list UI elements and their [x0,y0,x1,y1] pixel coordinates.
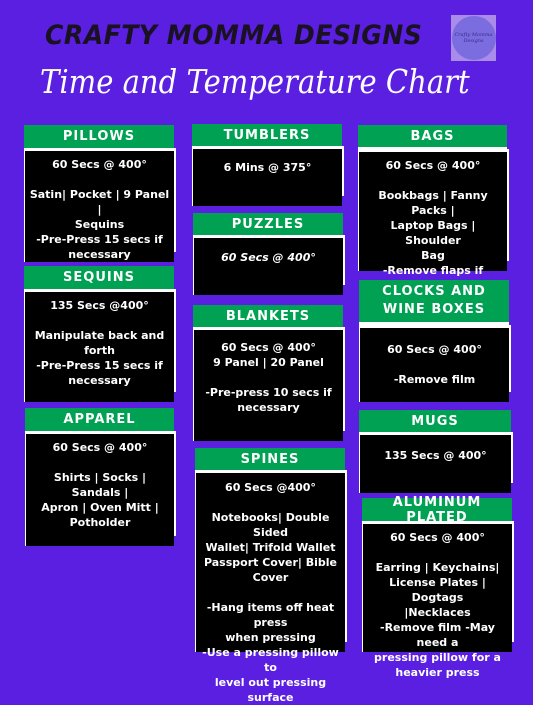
note-line: necessary [68,374,131,387]
item-line: Potholder [69,516,131,529]
card-title: CLOCKS AND WINE BOXES [359,280,509,322]
time-temp: 60 Secs @400° [225,481,316,494]
card-apparel: APPAREL 60 Secs @ 400° Shirts | Socks | … [25,408,176,546]
time-temp: 60 Secs @ 400° [221,251,316,264]
note-line: pressing pillow for a [374,651,501,664]
item-line: Wallet| Trifold Wallet [205,541,336,554]
time-temp: 60 Secs @ 400° [52,158,147,171]
card-blankets: BLANKETS 60 Secs @ 400° 9 Panel | 20 Pan… [193,305,345,441]
item-line: Laptop Bags | Shoulder [390,219,476,247]
note-line: level out pressing surface [214,676,327,704]
brand-title: CRAFTY MOMMA DESIGNS [45,20,423,51]
card-title-line: CLOCKS AND [382,284,486,299]
note-line: -Pre-Press 15 secs if [36,233,163,246]
logo-text: Crafty Momma Designs [451,16,496,60]
card-sequins: SEQUINS 135 Secs @400° Manipulate back a… [24,266,176,402]
card-title: ALUMINUM PLATED [362,495,512,525]
card-mugs: MUGS 135 Secs @ 400° [359,410,513,493]
card-title: BAGS [358,125,507,147]
item-line: Manipulate back and [34,329,165,342]
card-title: BLANKETS [193,305,343,327]
item-line: Shirts | Socks | Sandals | [53,471,147,499]
note-line: -Pre-Press 15 secs if [36,359,163,372]
card-title: MUGS [359,410,511,432]
item-line: |Necklaces [404,606,471,619]
item-line: forth [84,344,115,357]
note-line: -Remove film -May need a [380,621,495,649]
card-bags: BAGS 60 Secs @ 400° Bookbags | Fanny Pac… [358,125,509,292]
card-aluminum-plated: ALUMINUM PLATED 60 Secs @ 400° Earring |… [362,495,514,679]
card-title: SEQUINS [24,266,174,289]
time-temp: 60 Secs @ 400° [387,343,482,356]
card-clocks-wine-boxes: CLOCKS AND WINE BOXES 60 Secs @ 400° -Re… [359,280,511,402]
time-temp: 60 Secs @ 400° [385,159,481,172]
note-line: necessary [68,248,131,261]
item-line: Apron | Oven Mitt | [41,501,159,514]
card-title: APPAREL [25,408,174,431]
time-temp: 60 Secs @ 400° [390,531,485,544]
card-title-line: WINE BOXES [382,302,486,317]
item-line: Bag [421,249,445,262]
note-line: -Use a pressing pillow to [202,646,339,674]
card-title: TUMBLERS [192,124,342,146]
time-temp: 135 Secs @ 400° [384,449,487,462]
page-title: Time and Temperature Chart [40,62,470,101]
item-line: 9 Panel | 20 Panel [213,356,324,369]
note-line: -Hang items off heat press [206,601,335,629]
time-temp: 60 Secs @ 400° [52,441,148,454]
note-line: -Remove flaps if [382,264,484,277]
item-line: Bookbags | Fanny Packs | [378,189,488,217]
note-line: -Remove film [393,373,476,386]
time-temp: 60 Secs @ 400° [221,341,316,354]
note-line: necessary [237,401,300,414]
time-temp: 6 Mins @ 375° [223,161,312,174]
time-temp: 135 Secs @400° [50,299,149,312]
card-tumblers: TUMBLERS 6 Mins @ 375° [192,124,344,206]
logo: Crafty Momma Designs [451,15,496,61]
item-line: Notebooks| Double Sided [211,511,330,539]
note-line: heavier press [395,666,480,679]
item-line: Satin| Pocket | 9 Panel | [29,188,170,216]
card-title: PUZZLES [193,213,343,235]
note-line: when pressing [225,631,316,644]
note-line: -Pre-press 10 secs if [205,386,332,399]
item-line: Earring | Keychains| [375,561,500,574]
card-puzzles: PUZZLES 60 Secs @ 400° [193,213,345,295]
card-pillows: PILLOWS 60 Secs @ 400° Satin| Pocket | 9… [24,125,176,262]
card-title: SPINES [195,448,345,470]
item-line: Sequins [74,218,125,231]
item-line: Cover [252,571,289,584]
card-spines: SPINES 60 Secs @400° Notebooks| Double S… [195,448,347,704]
item-line: Passport Cover| Bible [203,556,338,569]
card-title: PILLOWS [24,125,174,148]
item-line: License Plates | Dogtags [389,576,486,604]
